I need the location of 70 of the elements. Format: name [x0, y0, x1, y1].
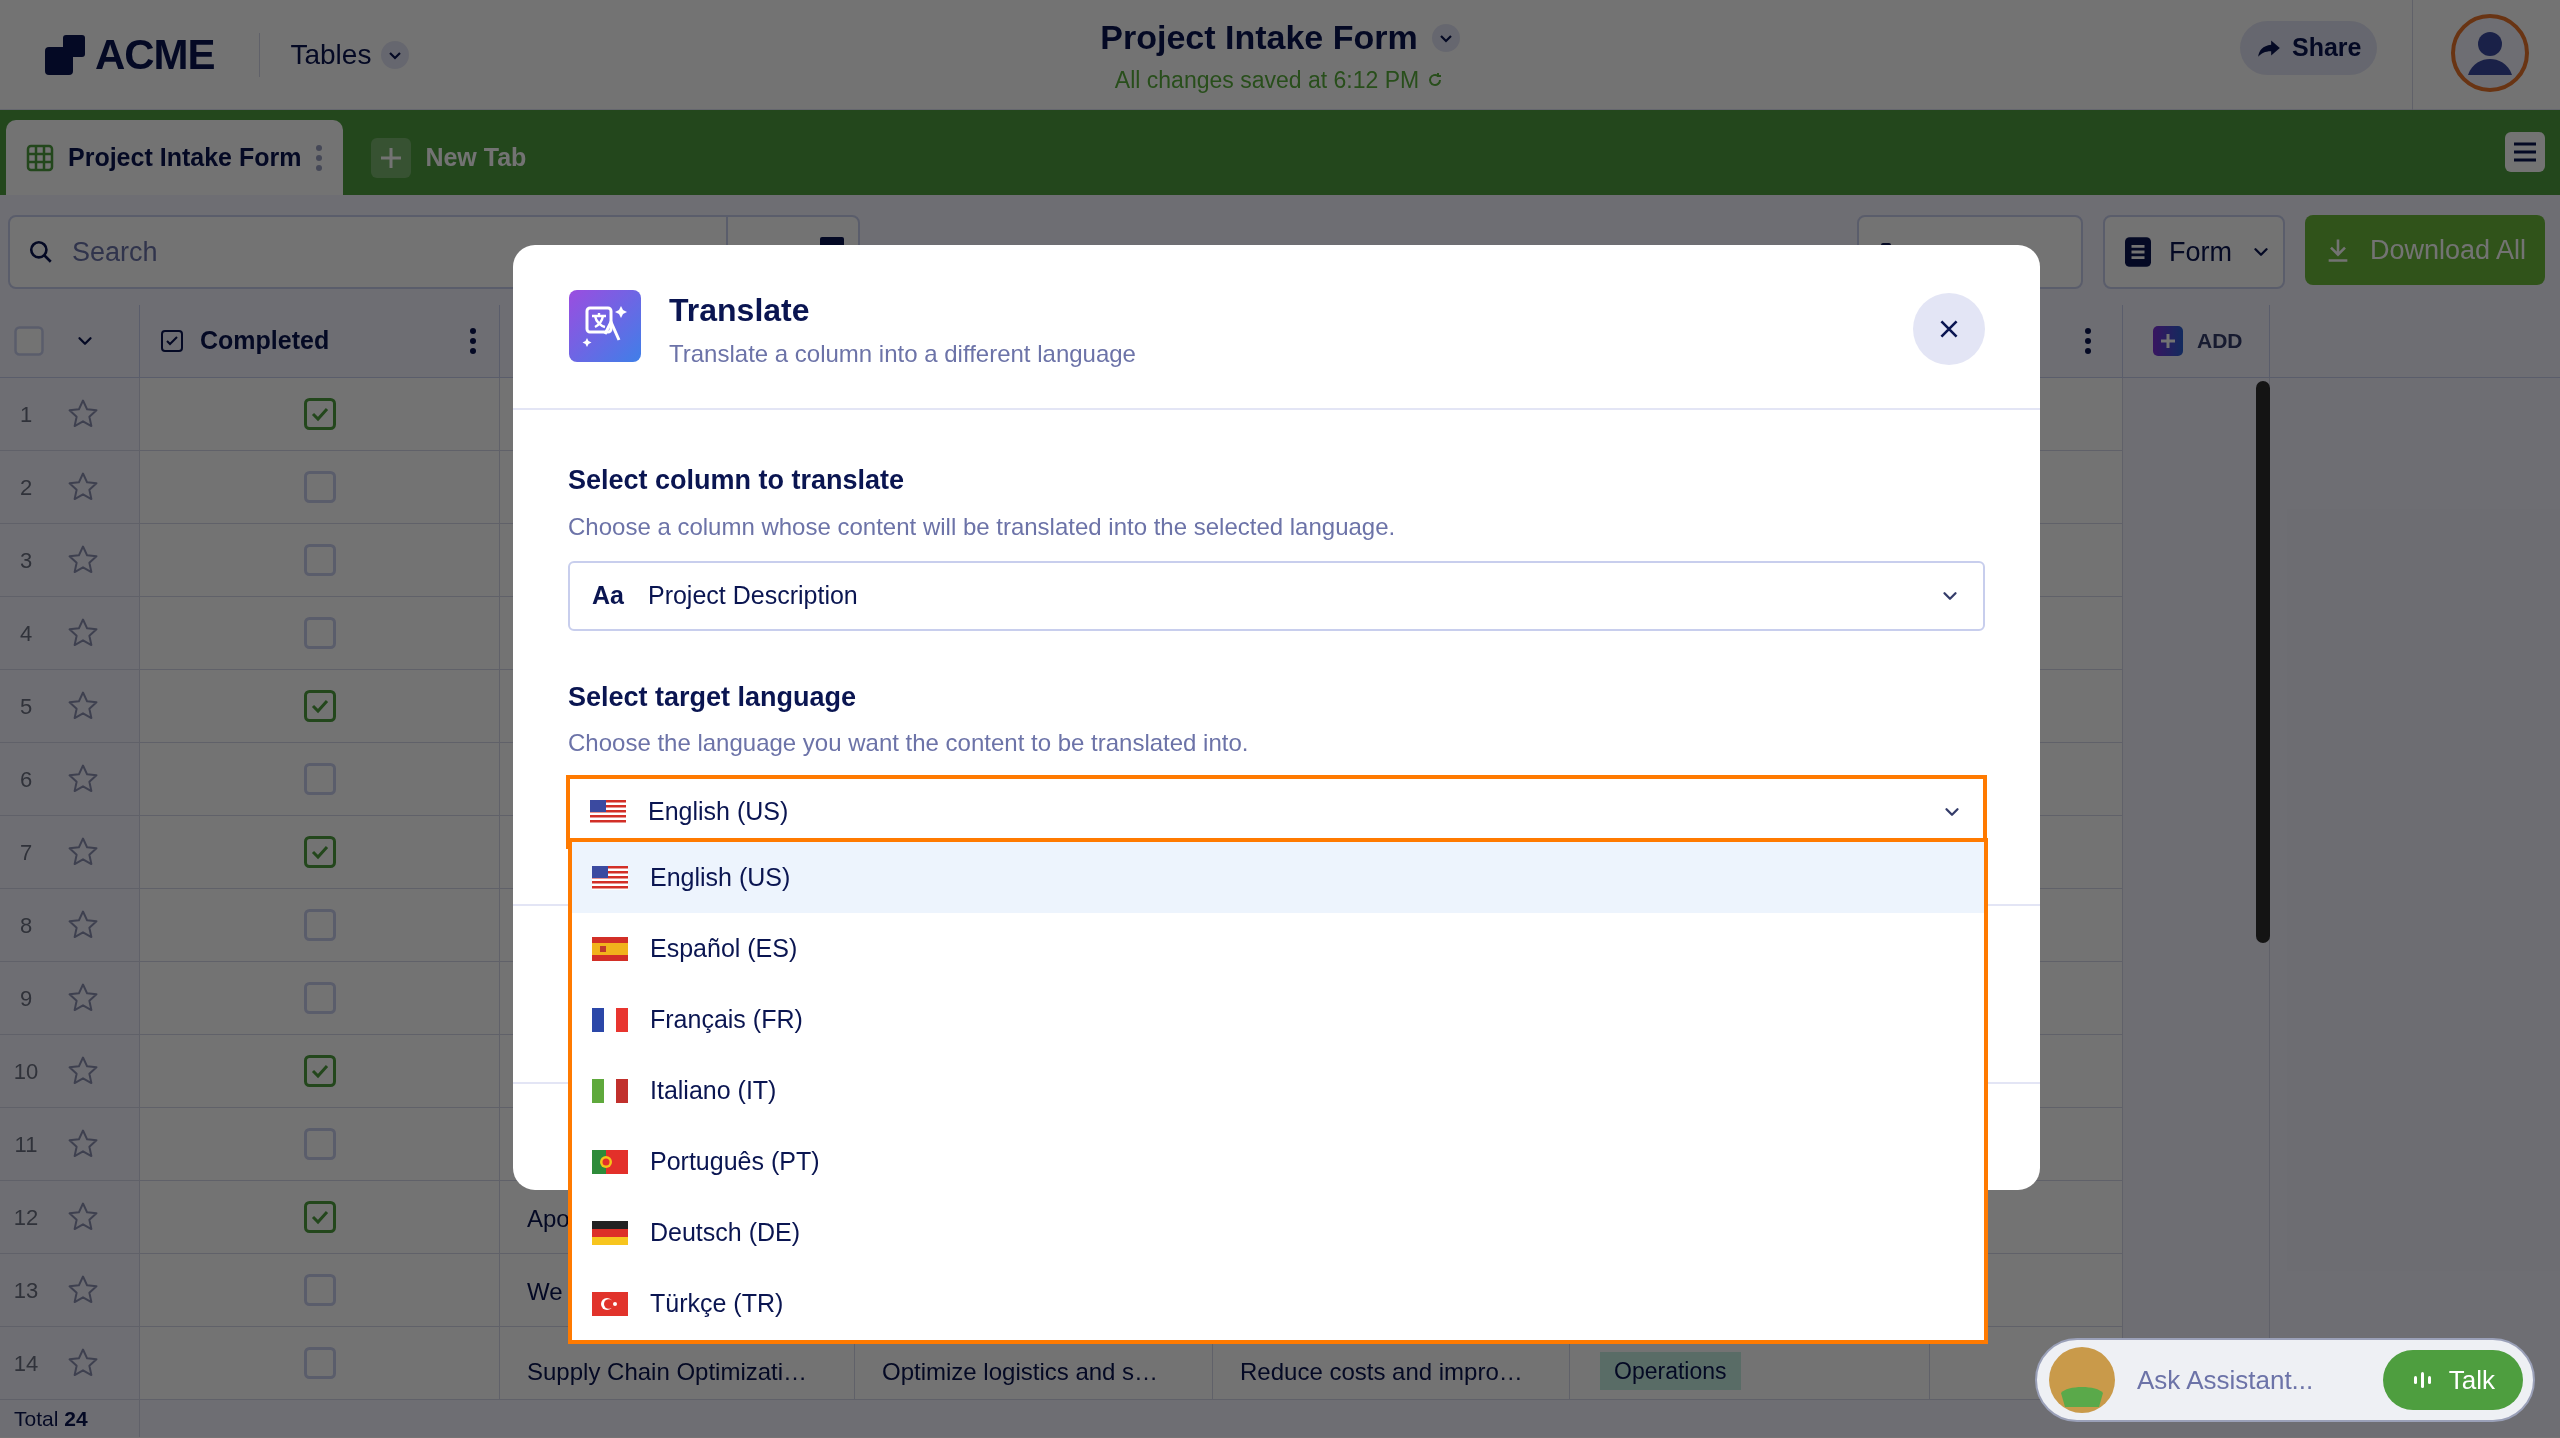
- column-select[interactable]: Aa Project Description: [568, 560, 1985, 631]
- checkbox[interactable]: [303, 1201, 336, 1233]
- checkbox[interactable]: [303, 909, 336, 941]
- scrollbar[interactable]: [2256, 381, 2270, 943]
- flag-icon: [592, 1291, 628, 1316]
- logo-text: ACME: [95, 30, 215, 80]
- row-number: 13: [12, 1276, 40, 1305]
- checkbox[interactable]: [303, 836, 336, 868]
- flag-icon: [592, 936, 628, 961]
- row-number: 5: [18, 692, 34, 721]
- row-number: 12: [12, 1203, 40, 1232]
- checkbox[interactable]: [303, 690, 336, 722]
- section-hint: Choose the language you want the content to be translated into.: [568, 728, 1250, 758]
- grid-icon: [26, 143, 54, 172]
- checkbox[interactable]: [303, 1128, 336, 1160]
- more-icon: [315, 142, 324, 173]
- checkbox[interactable]: [303, 471, 336, 503]
- column-title: Completed: [200, 325, 330, 357]
- row-number: 6: [18, 765, 34, 794]
- flag-icon: [592, 1220, 628, 1245]
- checkbox[interactable]: [303, 544, 336, 576]
- checkbox[interactable]: [303, 1274, 336, 1306]
- flag-icon: [592, 1149, 628, 1174]
- checkbox[interactable]: [303, 763, 336, 795]
- translate-icon: [569, 290, 641, 362]
- form-icon: [2125, 236, 2151, 268]
- flag-icon: [592, 1078, 628, 1103]
- row-number: 9: [18, 984, 34, 1013]
- checkbox[interactable]: [303, 1055, 336, 1087]
- language-option[interactable]: English (US): [572, 842, 1984, 913]
- save-status: All changes saved at 6:12 PM: [1114, 66, 1420, 95]
- caret-icon[interactable]: [1431, 23, 1460, 52]
- row-number: 3: [18, 546, 34, 575]
- checkbox[interactable]: [303, 398, 336, 430]
- row-number: 2: [18, 473, 34, 502]
- row-number: 14: [12, 1349, 40, 1378]
- avatar-icon[interactable]: [2450, 13, 2530, 93]
- row-number: 11: [13, 1130, 39, 1159]
- plus-icon: [2153, 326, 2183, 356]
- row-number: 7: [18, 838, 34, 867]
- section-label: Select target language: [568, 680, 858, 714]
- more-icon[interactable]: [2084, 327, 2092, 355]
- ask-assistant-prompt[interactable]: Ask Assistant...: [2137, 1360, 2363, 1400]
- flag-icon: [590, 800, 626, 824]
- flag-icon: [592, 865, 628, 890]
- sheet-tab[interactable]: Project Intake Form: [6, 120, 344, 195]
- more-icon[interactable]: [469, 327, 477, 355]
- row-number: 10: [12, 1057, 40, 1086]
- checkbox[interactable]: [303, 1347, 336, 1379]
- checkbox[interactable]: [303, 982, 336, 1014]
- section-hint: Choose a column whose content will be translated into the selected language.: [568, 511, 1397, 542]
- form-title: Project Intake Form: [1100, 17, 1418, 58]
- checkbox[interactable]: [303, 617, 336, 649]
- section-label: Select column to translate: [568, 464, 906, 497]
- flag-icon: [592, 1007, 628, 1032]
- tables-menu[interactable]: Tables: [290, 33, 410, 76]
- dialog-subtitle: Translate a column into a different language: [669, 339, 1136, 369]
- form-view-button[interactable]: Form: [2103, 215, 2285, 289]
- row-number: 4: [18, 619, 34, 648]
- avatar-icon: [2047, 1345, 2117, 1415]
- checkbox-icon: [160, 329, 184, 353]
- select-all-checkbox[interactable]: [14, 326, 44, 356]
- department-tag: Operations: [1600, 1351, 1741, 1391]
- dialog-title: Translate: [669, 291, 811, 330]
- row-number: 1: [18, 400, 34, 429]
- row-number: 8: [18, 911, 34, 940]
- menu-icon[interactable]: [2505, 132, 2545, 172]
- search-icon: [28, 239, 54, 265]
- total-count: Total 24: [14, 1405, 88, 1432]
- caret-icon: [381, 40, 410, 69]
